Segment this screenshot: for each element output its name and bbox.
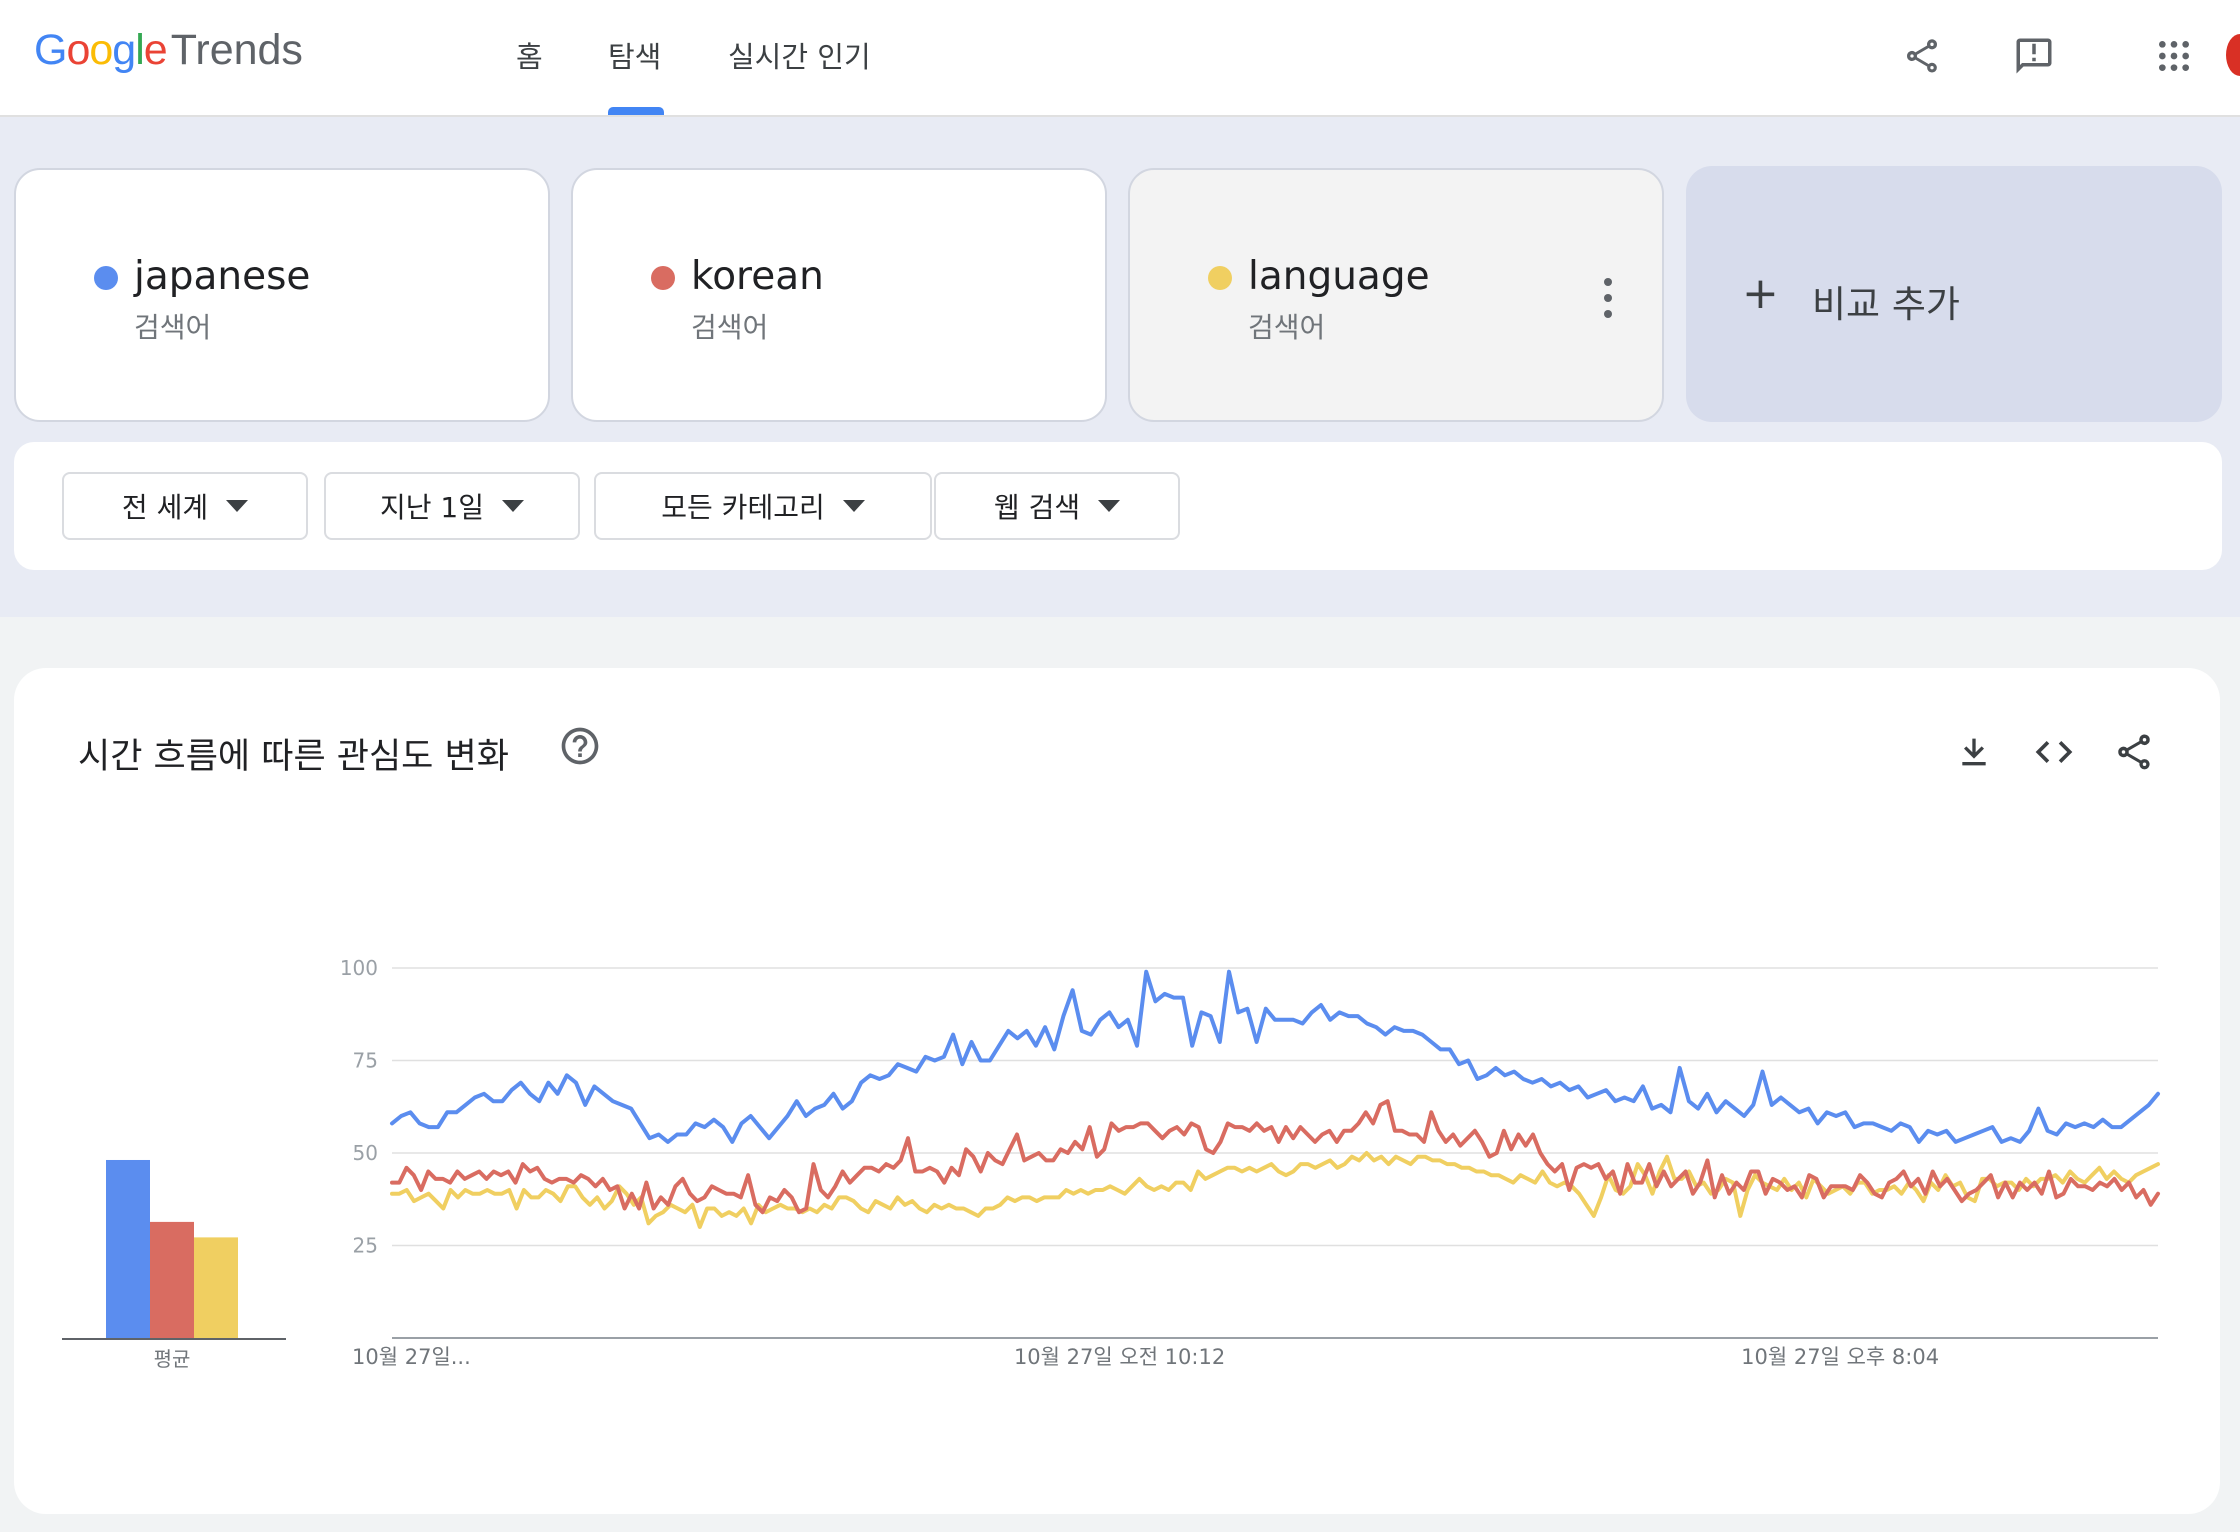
term-card-japanese[interactable]: japanese 검색어 [14, 168, 550, 422]
series-line-japanese [390, 969, 2160, 1144]
series-color-dot [1208, 266, 1232, 290]
nav-tab-trending-now[interactable]: 실시간 인기 [728, 34, 871, 76]
average-bar-language [194, 1237, 238, 1338]
active-tab-indicator [608, 107, 664, 115]
average-label: 평균 [154, 1347, 191, 1371]
logo-letter: o [89, 26, 113, 74]
logo-letter: g [112, 26, 136, 74]
feedback-icon[interactable] [2006, 28, 2062, 84]
category-label: 모든 카테고리 [661, 491, 825, 524]
region-select-label: 전 세계 [121, 491, 209, 524]
account-avatar[interactable] [2226, 34, 2240, 76]
add-comparison-button[interactable]: + 비교 추가 [1686, 166, 2222, 422]
term-type: 검색어 [1248, 311, 1326, 344]
term-card-korean[interactable]: korean 검색어 [571, 168, 1107, 422]
term-type: 검색어 [691, 311, 769, 344]
series-line-language [390, 1151, 2160, 1229]
series-color-dot [94, 266, 118, 290]
series-color-dot [651, 266, 675, 290]
add-comparison-label: 비교 추가 [1812, 283, 1960, 326]
nav-tab-explore[interactable]: 탐색 [608, 34, 661, 76]
plus-icon: + [1742, 268, 1779, 319]
y-tick-label: 100 [340, 956, 378, 980]
y-tick-label: 50 [353, 1141, 378, 1165]
logo-letter: G [34, 26, 67, 74]
x-tick-label: 10월 27일... [352, 1345, 471, 1369]
interest-chart: 평균 25 50 75 100 10월 27일... 10월 27일 오전 10:12 10월… [62, 956, 2160, 1371]
average-bar-korean [150, 1221, 194, 1338]
y-tick-label: 25 [353, 1234, 378, 1258]
logo-google: Google [34, 26, 168, 74]
term-name[interactable]: korean [691, 254, 824, 299]
dropdown-caret-icon [502, 500, 524, 512]
search-type-select[interactable]: 웹 검색 [934, 472, 1180, 540]
region-select[interactable]: 전 세계 [62, 472, 308, 540]
filter-bar: 전 세계 지난 1일 모든 카테고리 웹 검색 [14, 442, 2222, 570]
logo-letter: e [143, 26, 168, 74]
apps-icon[interactable] [2146, 28, 2202, 84]
term-type: 검색어 [134, 311, 212, 344]
time-range-select[interactable]: 지난 1일 [324, 472, 580, 540]
nav-tab-home[interactable]: 홈 [516, 34, 543, 76]
more-vert-icon[interactable] [1598, 278, 1618, 318]
term-name[interactable]: japanese [134, 254, 310, 299]
top-app-bar: GoogleTrends 홈 탐색 실시간 인기 [0, 0, 2240, 117]
logo-trends: Trends [170, 26, 303, 74]
term-card-language[interactable]: language 검색어 [1128, 168, 1664, 422]
dropdown-caret-icon [1098, 500, 1121, 512]
term-name[interactable]: language [1248, 254, 1430, 299]
dropdown-caret-icon [226, 500, 249, 512]
logo-letter: l [135, 26, 145, 74]
y-tick-label: 75 [353, 1049, 378, 1073]
share-icon[interactable] [1894, 28, 1950, 84]
category-select[interactable]: 모든 카테고리 [594, 472, 932, 540]
dropdown-caret-icon [842, 500, 865, 512]
x-tick-label: 10월 27일 오전 10:12 [1014, 1345, 1225, 1369]
time-range-label: 지난 1일 [380, 491, 484, 524]
series-line-korean [390, 1099, 2160, 1215]
search-type-label: 웹 검색 [993, 491, 1081, 524]
interest-over-time-card: 시간 흐름에 따른 관심도 변화 평균 25 50 75 100 10월 27일... 10… [14, 668, 2220, 1514]
logo-letter: o [66, 26, 90, 74]
google-trends-logo[interactable]: GoogleTrends [34, 26, 303, 75]
average-bar-japanese [106, 1159, 150, 1338]
x-tick-label: 10월 27일 오후 8:04 [1741, 1345, 1939, 1369]
